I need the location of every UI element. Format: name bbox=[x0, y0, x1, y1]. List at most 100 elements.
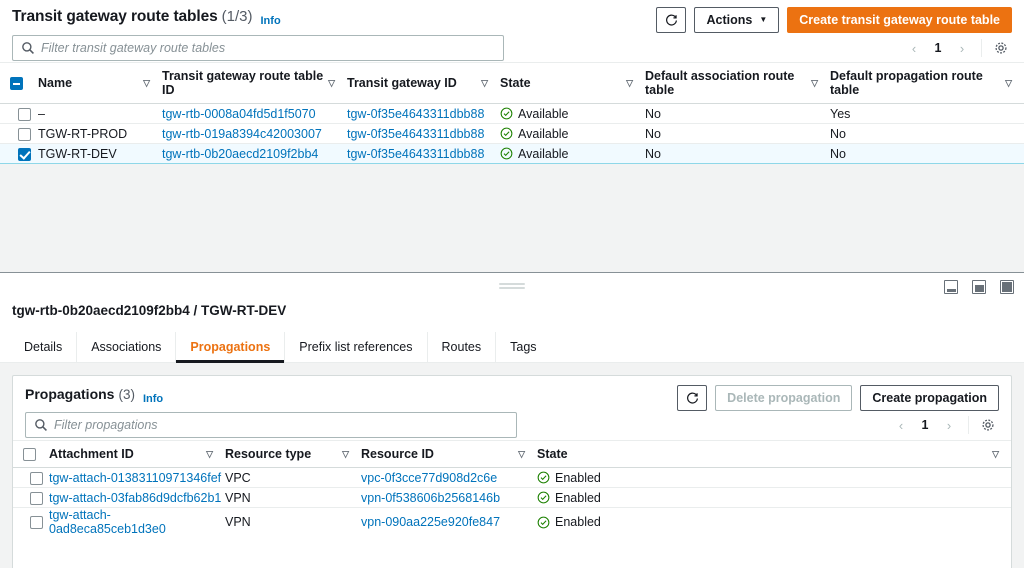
row-checkbox[interactable] bbox=[17, 107, 31, 121]
tab-prefix-list-references[interactable]: Prefix list references bbox=[285, 332, 428, 362]
column-header-default-association[interactable]: Default association route table ▽ bbox=[645, 62, 830, 104]
cell-state: Enabled bbox=[537, 508, 1011, 537]
tab-tags[interactable]: Tags bbox=[496, 332, 550, 362]
column-header-state[interactable]: State ▽ bbox=[500, 62, 645, 104]
propagations-pagination: ‹ 1 › bbox=[890, 414, 999, 436]
select-all-checkbox[interactable] bbox=[10, 77, 23, 91]
search-input[interactable] bbox=[41, 41, 503, 55]
row-select-cell bbox=[0, 123, 38, 144]
attachment-id-link[interactable]: tgw-attach-01383110971346fef bbox=[49, 471, 221, 485]
actions-button[interactable]: Actions ▼ bbox=[694, 7, 780, 33]
table-row[interactable]: tgw-attach-03fab86d9dcfb62b1 VPN vpn-0f5… bbox=[13, 487, 1011, 509]
rtb-id-link[interactable]: tgw-rtb-0b20aecd2109f2bb4 bbox=[162, 147, 318, 161]
propagations-filter-row: ‹ 1 › bbox=[13, 408, 1011, 440]
page-number-1[interactable]: 1 bbox=[927, 37, 949, 59]
cell-name: TGW-RT-PROD bbox=[38, 123, 162, 144]
tgw-id-link[interactable]: tgw-0f35e4643311dbb88 bbox=[347, 107, 484, 121]
cell-name: – bbox=[38, 103, 162, 124]
info-link[interactable]: Info bbox=[261, 15, 281, 27]
cell-state: Available bbox=[500, 123, 645, 144]
sort-icon: ▽ bbox=[143, 77, 150, 88]
state-label: Enabled bbox=[555, 515, 601, 530]
create-propagation-button[interactable]: Create propagation bbox=[860, 385, 999, 411]
prev-page-button[interactable]: ‹ bbox=[903, 37, 925, 59]
propagations-preferences-button[interactable] bbox=[977, 414, 999, 436]
tgw-id-link[interactable]: tgw-0f35e4643311dbb88 bbox=[347, 127, 484, 141]
panel-maximize-icon[interactable] bbox=[1000, 280, 1014, 294]
row-select-cell bbox=[0, 143, 38, 164]
refresh-button[interactable] bbox=[656, 7, 687, 33]
table-row[interactable]: tgw-attach-01383110971346fef VPC vpc-0f3… bbox=[13, 467, 1011, 489]
tgw-id-link[interactable]: tgw-0f35e4643311dbb88 bbox=[347, 147, 484, 161]
column-header-resource-type[interactable]: Resource type ▽ bbox=[225, 439, 361, 469]
rtb-id-link[interactable]: tgw-rtb-019a8394c42003007 bbox=[162, 127, 322, 141]
panel-split-bottom-icon[interactable] bbox=[944, 280, 958, 294]
header-actions: Actions ▼ Create transit gateway route t… bbox=[656, 7, 1012, 33]
search-box[interactable] bbox=[12, 35, 504, 61]
row-checkbox[interactable] bbox=[29, 471, 43, 485]
attachment-id-link[interactable]: tgw-attach-03fab86d9dcfb62b1 bbox=[49, 491, 221, 505]
column-header-rtb-id[interactable]: Transit gateway route table ID ▽ bbox=[162, 62, 347, 104]
row-checkbox[interactable] bbox=[29, 491, 43, 505]
chevron-down-icon: ▼ bbox=[759, 15, 768, 24]
propagations-info-link[interactable]: Info bbox=[143, 393, 163, 405]
attachment-id-link[interactable]: tgw-attach-0ad8eca85ceb1d3e0 bbox=[49, 508, 166, 536]
tab-associations[interactable]: Associations bbox=[77, 332, 177, 362]
table-row[interactable]: TGW-RT-PROD tgw-rtb-019a8394c42003007 tg… bbox=[0, 123, 1024, 144]
column-header-name[interactable]: Name ▽ bbox=[38, 62, 162, 104]
cell-default-propagation: No bbox=[830, 143, 1024, 164]
sort-icon: ▽ bbox=[342, 448, 349, 459]
propagations-search-input[interactable] bbox=[54, 418, 516, 432]
row-checkbox[interactable] bbox=[29, 516, 43, 530]
split-panel-resize-handle[interactable] bbox=[499, 283, 525, 290]
cell-resource-type: VPN bbox=[225, 515, 251, 530]
resource-id-link[interactable]: vpn-090aa225e920fe847 bbox=[361, 515, 500, 529]
page-number-1[interactable]: 1 bbox=[914, 414, 936, 436]
column-header-default-propagation[interactable]: Default propagation route table ▽ bbox=[830, 62, 1024, 104]
tab-routes[interactable]: Routes bbox=[428, 332, 497, 362]
column-header-resource-id[interactable]: Resource ID ▽ bbox=[361, 439, 537, 469]
column-label: Default propagation route table bbox=[830, 69, 983, 97]
search-icon bbox=[22, 42, 34, 54]
row-select-cell bbox=[13, 487, 49, 509]
handle-line bbox=[499, 287, 525, 289]
resource-id-link[interactable]: vpn-0f538606b2568146b bbox=[361, 491, 500, 505]
table-row[interactable]: – tgw-rtb-0008a04fd5d1f5070 tgw-0f35e464… bbox=[0, 103, 1024, 124]
row-checkbox[interactable] bbox=[17, 127, 31, 141]
split-panel-bar bbox=[0, 273, 1024, 303]
prev-page-button[interactable]: ‹ bbox=[890, 414, 912, 436]
detail-tabs: Details Associations Propagations Prefix… bbox=[0, 332, 1024, 363]
resource-id-link[interactable]: vpc-0f3cce77d908d2c6e bbox=[361, 471, 497, 485]
cell-attachment-id: tgw-attach-0ad8eca85ceb1d3e0 bbox=[49, 508, 225, 536]
next-page-button[interactable]: › bbox=[938, 414, 960, 436]
propagations-search-box[interactable] bbox=[25, 412, 517, 438]
column-header-attachment-id[interactable]: Attachment ID ▽ bbox=[49, 439, 225, 469]
page-title: Transit gateway route tables (1/3) Info bbox=[12, 8, 281, 27]
panel-split-side-icon[interactable] bbox=[972, 280, 986, 294]
create-transit-gateway-route-table-button[interactable]: Create transit gateway route table bbox=[787, 7, 1012, 33]
column-header-tgw-id[interactable]: Transit gateway ID ▽ bbox=[347, 62, 500, 104]
table-row-selected[interactable]: TGW-RT-DEV tgw-rtb-0b20aecd2109f2bb4 tgw… bbox=[0, 143, 1024, 164]
page-title-count: (1/3) bbox=[221, 8, 253, 25]
propagations-table-body: tgw-attach-01383110971346fef VPC vpc-0f3… bbox=[13, 467, 1011, 537]
divider bbox=[981, 39, 982, 57]
state-label: Enabled bbox=[555, 470, 601, 485]
propagations-header: Propagations (3) Info Delete propagation C… bbox=[13, 376, 1011, 411]
column-header-state[interactable]: State ▽ bbox=[537, 439, 1011, 469]
check-circle-icon bbox=[537, 516, 550, 529]
cell-resource-type: VPC bbox=[225, 467, 361, 489]
next-page-button[interactable]: › bbox=[951, 37, 973, 59]
table-row[interactable]: tgw-attach-0ad8eca85ceb1d3e0 VPN vpn-090… bbox=[13, 508, 1011, 537]
tab-details[interactable]: Details bbox=[12, 332, 78, 362]
propagations-title: Propagations bbox=[25, 386, 115, 402]
sort-icon: ▽ bbox=[626, 77, 633, 88]
cell-tgw-id: tgw-0f35e4643311dbb88 bbox=[347, 143, 500, 164]
pagination: ‹ 1 › bbox=[903, 37, 1012, 59]
tab-propagations[interactable]: Propagations bbox=[176, 332, 286, 363]
propagations-refresh-button[interactable] bbox=[677, 385, 708, 411]
propagations-panel: Propagations (3) Info Delete propagation C… bbox=[0, 363, 1024, 568]
table-preferences-button[interactable] bbox=[990, 37, 1012, 59]
row-checkbox[interactable] bbox=[17, 147, 31, 161]
select-all-checkbox[interactable] bbox=[23, 448, 36, 462]
rtb-id-link[interactable]: tgw-rtb-0008a04fd5d1f5070 bbox=[162, 107, 316, 121]
